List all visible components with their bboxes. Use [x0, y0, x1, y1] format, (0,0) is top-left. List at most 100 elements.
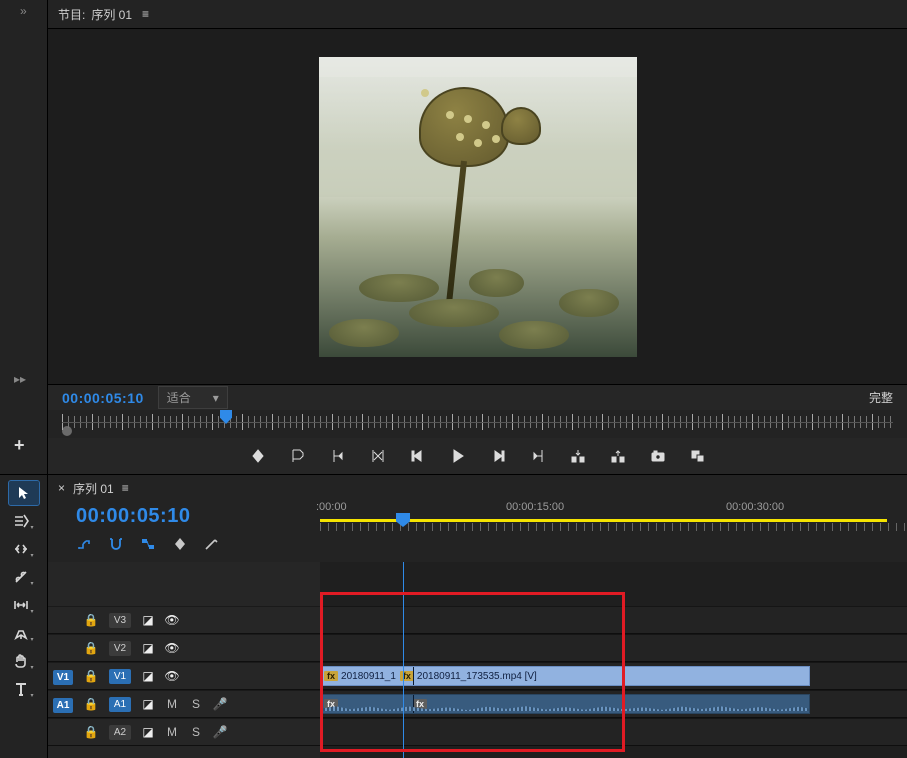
- sequence-tab-title: 序列 01: [73, 480, 114, 497]
- lock-icon[interactable]: 🔒: [78, 641, 104, 655]
- clip-name: 20180911_1: [341, 671, 396, 682]
- program-monitor-panel: 节目: 序列 01 ≡ 00: [48, 0, 907, 474]
- sequence-tab[interactable]: × 序列 01 ≡: [48, 475, 907, 501]
- fx-badge[interactable]: fx: [400, 671, 414, 681]
- play-button[interactable]: [449, 447, 467, 465]
- program-viewport[interactable]: [48, 28, 907, 384]
- insert-mode-icon[interactable]: [76, 536, 92, 552]
- toggle-output-icon[interactable]: ◪: [136, 613, 160, 627]
- video-frame: [319, 57, 637, 357]
- waveform: [321, 705, 809, 711]
- lock-icon[interactable]: 🔒: [78, 725, 104, 739]
- track-target-v1[interactable]: V1: [104, 668, 136, 684]
- source-patch-v1[interactable]: V1: [48, 669, 78, 683]
- toggle-eye-icon[interactable]: 👁: [160, 669, 184, 683]
- go-to-out-button[interactable]: [529, 447, 547, 465]
- pen-tool[interactable]: ▾: [9, 621, 39, 645]
- lift-button[interactable]: [569, 447, 587, 465]
- program-mini-ruler[interactable]: [62, 410, 893, 438]
- type-tool[interactable]: ▾: [9, 677, 39, 701]
- toggle-eye-icon[interactable]: 👁: [160, 613, 184, 627]
- lock-icon[interactable]: 🔒: [78, 669, 104, 683]
- step-back-button[interactable]: [369, 447, 387, 465]
- ruler-label: 00:00:15:00: [506, 501, 564, 513]
- track-target-v2[interactable]: V2: [104, 640, 136, 656]
- slip-tool[interactable]: ▾: [9, 593, 39, 617]
- track-header-a1[interactable]: A1 🔒 A1 ◪ M S 🎤: [48, 690, 320, 718]
- playhead-line[interactable]: [403, 562, 404, 758]
- program-tab-title: 序列 01: [91, 6, 132, 23]
- track-lanes[interactable]: fx 20180911_1 fx 20180911_173535.mp4 [V]…: [320, 562, 907, 758]
- lane-v3[interactable]: [320, 606, 907, 634]
- comparison-view-button[interactable]: [689, 447, 707, 465]
- track-target-a2[interactable]: A2: [104, 724, 136, 740]
- add-panel-button[interactable]: +: [14, 435, 25, 456]
- timeline-timecode[interactable]: 00:00:05:10: [76, 505, 320, 528]
- toggle-output-icon[interactable]: ◪: [136, 725, 160, 739]
- track-header-v3[interactable]: 🔒 V3 ◪ 👁: [48, 606, 320, 634]
- fx-badge[interactable]: fx: [324, 671, 338, 681]
- voice-over-icon[interactable]: 🎤: [208, 697, 232, 711]
- source-patch-a1[interactable]: A1: [48, 697, 78, 711]
- program-timecode[interactable]: 00:00:05:10: [62, 390, 144, 406]
- program-tab[interactable]: 节目: 序列 01 ≡: [48, 0, 907, 28]
- track-target-a1[interactable]: A1: [104, 696, 136, 712]
- transport-bar: [48, 438, 907, 474]
- lock-icon[interactable]: 🔒: [78, 697, 104, 711]
- mute-button[interactable]: M: [160, 697, 184, 711]
- program-status-bar: 00:00:05:10 适合 ▾ 完整: [48, 384, 907, 410]
- audio-clip[interactable]: fx fx: [320, 694, 810, 714]
- go-to-in-button[interactable]: [329, 447, 347, 465]
- selection-tool[interactable]: [9, 481, 39, 505]
- timeline-ruler[interactable]: :00:00 00:00:15:00 00:00:30:00: [320, 501, 907, 549]
- program-tab-prefix: 节目:: [58, 6, 85, 23]
- timeline-header: 00:00:05:10 :00:00 00:00:15:00 00:00:30:…: [48, 501, 907, 562]
- close-icon[interactable]: ×: [58, 481, 65, 495]
- lane-v1[interactable]: fx 20180911_1 fx 20180911_173535.mp4 [V]: [320, 662, 907, 690]
- collapse-chevrons-icon[interactable]: »: [20, 4, 27, 18]
- zoom-dropdown-label: 适合: [167, 389, 191, 406]
- source-panel-strip: » ▸▸ +: [0, 0, 48, 474]
- frame-back-button[interactable]: [409, 447, 427, 465]
- export-frame-button[interactable]: [649, 447, 667, 465]
- solo-button[interactable]: S: [184, 725, 208, 739]
- mark-in-button[interactable]: [249, 447, 267, 465]
- panel-menu-icon[interactable]: ≡: [122, 481, 129, 495]
- linked-selection-icon[interactable]: [140, 536, 156, 552]
- track-header-a2[interactable]: 🔒 A2 ◪ M S 🎤: [48, 718, 320, 746]
- track-headers: 🔒 V3 ◪ 👁 🔒 V2 ◪ 👁 V1 🔒 V1: [48, 562, 320, 758]
- toggle-output-icon[interactable]: ◪: [136, 669, 160, 683]
- razor-tool[interactable]: ▾: [9, 565, 39, 589]
- mark-out-button[interactable]: [289, 447, 307, 465]
- lane-a2[interactable]: [320, 718, 907, 746]
- toggle-output-icon[interactable]: ◪: [136, 697, 160, 711]
- extract-button[interactable]: [609, 447, 627, 465]
- toggle-output-icon[interactable]: ◪: [136, 641, 160, 655]
- toggle-eye-icon[interactable]: 👁: [160, 641, 184, 655]
- frame-forward-button[interactable]: [489, 447, 507, 465]
- mute-button[interactable]: M: [160, 725, 184, 739]
- chevron-down-icon: ▾: [213, 391, 219, 405]
- video-clip[interactable]: fx 20180911_1 fx 20180911_173535.mp4 [V]: [320, 666, 810, 686]
- ruler-label: :00:00: [316, 501, 347, 513]
- playback-quality-label[interactable]: 完整: [869, 389, 893, 406]
- panel-handle-icon[interactable]: ▸▸: [14, 372, 26, 386]
- ripple-edit-tool[interactable]: ▾: [9, 537, 39, 561]
- timeline-settings-icon[interactable]: [204, 536, 220, 552]
- voice-over-icon[interactable]: 🎤: [208, 725, 232, 739]
- hand-tool[interactable]: ▾: [9, 649, 39, 673]
- clip-name: 20180911_173535.mp4 [V]: [417, 671, 537, 682]
- lock-icon[interactable]: 🔒: [78, 613, 104, 627]
- solo-button[interactable]: S: [184, 697, 208, 711]
- snap-icon[interactable]: [108, 536, 124, 552]
- lane-v2[interactable]: [320, 634, 907, 662]
- panel-menu-icon[interactable]: ≡: [142, 7, 147, 21]
- lane-a1[interactable]: fx fx: [320, 690, 907, 718]
- timeline-panel: × 序列 01 ≡ 00:00:05:10 :00:00 00:00:15:00: [48, 474, 907, 758]
- zoom-dropdown[interactable]: 适合 ▾: [158, 386, 228, 409]
- track-header-v1[interactable]: V1 🔒 V1 ◪ 👁: [48, 662, 320, 690]
- track-target-v3[interactable]: V3: [104, 612, 136, 628]
- track-header-v2[interactable]: 🔒 V2 ◪ 👁: [48, 634, 320, 662]
- add-marker-icon[interactable]: [172, 536, 188, 552]
- track-select-tool[interactable]: ▾: [9, 509, 39, 533]
